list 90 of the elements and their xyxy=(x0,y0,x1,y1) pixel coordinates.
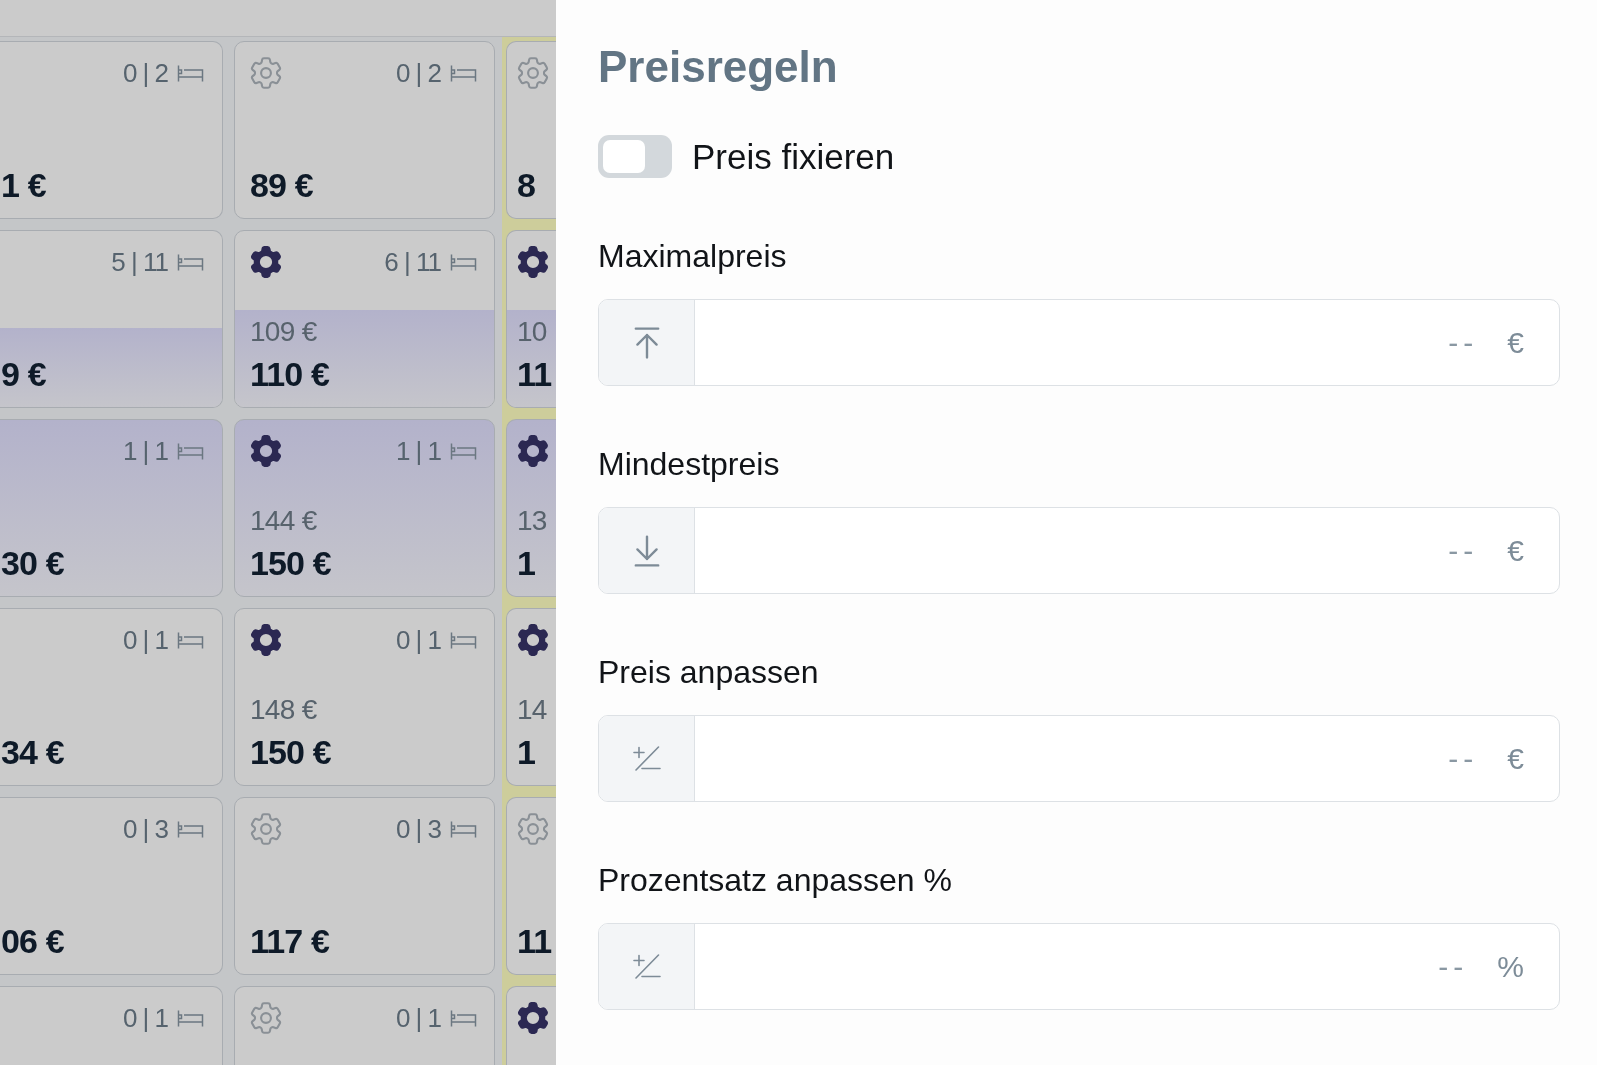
price-card[interactable]: 1 | 1 30 € xyxy=(0,419,223,597)
price: 110 € xyxy=(250,354,329,394)
price-card[interactable] xyxy=(506,986,556,1065)
gear-icon[interactable] xyxy=(517,435,549,467)
suggested-price: 10 xyxy=(517,316,547,348)
field-label: Maximalpreis xyxy=(598,237,787,276)
price: 9 € xyxy=(1,354,46,394)
suggested-price: 109 € xyxy=(250,316,317,348)
gear-icon[interactable] xyxy=(517,1002,549,1034)
price: 8 xyxy=(517,165,536,205)
field-label: Preis anpassen xyxy=(598,653,819,692)
plus-minus-icon xyxy=(632,954,661,979)
field-label: Prozentsatz anpassen % xyxy=(598,861,952,900)
occupancy-count: 0 | 2 xyxy=(122,57,168,89)
toggle-label: Preis fixieren xyxy=(692,136,895,178)
bed-icon xyxy=(450,631,477,649)
price: 06 € xyxy=(1,921,64,961)
occupancy-count: 1 | 1 xyxy=(395,435,441,467)
price: 11 xyxy=(517,354,552,394)
price: 150 € xyxy=(250,543,331,583)
suggested-price: 13 xyxy=(517,505,547,537)
price-card[interactable]: 8 xyxy=(506,41,556,219)
price-card[interactable]: 0 | 2 1 € xyxy=(0,41,223,219)
price-card[interactable]: 5 | 11 9 € xyxy=(0,230,223,408)
occupancy-count: 0 | 3 xyxy=(122,813,168,845)
occupancy-count: 0 | 1 xyxy=(395,624,441,656)
occupancy-count: 5 | 11 xyxy=(111,246,168,278)
price: 30 € xyxy=(1,543,64,583)
price-card[interactable]: 11 xyxy=(506,797,556,975)
bed-icon xyxy=(450,1009,477,1027)
bed-icon xyxy=(177,442,204,460)
panel-title: Preisregeln xyxy=(598,41,838,93)
price-card[interactable]: 0 | 1 xyxy=(0,986,223,1065)
price-card[interactable]: 14 1 xyxy=(506,608,556,786)
field-label: Mindestpreis xyxy=(598,445,780,484)
arrow-down-to-line-icon xyxy=(633,534,660,567)
price: 89 € xyxy=(250,165,313,205)
bed-icon xyxy=(450,253,477,271)
gear-icon[interactable] xyxy=(250,246,282,278)
price-card[interactable]: 0 | 1 148 € 150 € xyxy=(234,608,495,786)
unit-label: % xyxy=(1496,948,1525,985)
occupancy-count: 0 | 1 xyxy=(122,1002,168,1034)
price-card[interactable]: 13 1 xyxy=(506,419,556,597)
price-card[interactable]: 0 | 1 xyxy=(234,986,495,1065)
bed-icon xyxy=(177,820,204,838)
price: 1 xyxy=(517,543,536,583)
bed-icon xyxy=(450,64,477,82)
gear-icon[interactable] xyxy=(250,435,282,467)
bed-icon xyxy=(177,253,204,271)
price-card[interactable]: 6 | 11 109 € 110 € xyxy=(234,230,495,408)
gear-icon[interactable] xyxy=(517,624,549,656)
price-card[interactable]: 0 | 1 34 € xyxy=(0,608,223,786)
occupancy-count: 0 | 1 xyxy=(395,1002,441,1034)
price: 1 xyxy=(517,732,536,772)
plus-minus-icon xyxy=(632,746,661,771)
unit-label: € xyxy=(1506,324,1525,361)
bed-icon xyxy=(450,442,477,460)
price: 11 xyxy=(517,921,552,961)
price-card[interactable]: 10 11 xyxy=(506,230,556,408)
bed-icon xyxy=(450,820,477,838)
price: 1 € xyxy=(1,165,46,205)
gear-icon[interactable] xyxy=(517,246,549,278)
number-input[interactable]: -- % xyxy=(598,923,1560,1010)
occupancy-count: 1 | 1 xyxy=(122,435,168,467)
bed-icon xyxy=(177,1009,204,1027)
unit-label: € xyxy=(1506,532,1525,569)
occupancy-count: 0 | 2 xyxy=(395,57,441,89)
bed-icon xyxy=(177,631,204,649)
toggle-switch[interactable] xyxy=(598,135,672,178)
suggested-price: 144 € xyxy=(250,505,317,537)
input-field[interactable]: -- xyxy=(695,924,1469,1009)
price-card[interactable]: 0 | 3 06 € xyxy=(0,797,223,975)
occupancy-count: 6 | 11 xyxy=(384,246,441,278)
suggested-price: 14 xyxy=(517,694,547,726)
price-card[interactable]: 0 | 3 117 € xyxy=(234,797,495,975)
bed-icon xyxy=(177,64,204,82)
price: 117 € xyxy=(250,921,329,961)
input-field[interactable]: -- xyxy=(695,508,1479,593)
unit-label: € xyxy=(1506,740,1525,777)
input-field[interactable]: -- xyxy=(695,300,1479,385)
suggested-price: 148 € xyxy=(250,694,317,726)
input-field[interactable]: -- xyxy=(695,716,1479,801)
price: 34 € xyxy=(1,732,64,772)
gear-icon[interactable] xyxy=(250,624,282,656)
occupancy-count: 0 | 1 xyxy=(122,624,168,656)
price-card[interactable]: 1 | 1 144 € 150 € xyxy=(234,419,495,597)
price: 150 € xyxy=(250,732,331,772)
occupancy-count: 0 | 3 xyxy=(395,813,441,845)
arrow-up-to-line-icon xyxy=(633,326,660,359)
price-card[interactable]: 0 | 2 89 € xyxy=(234,41,495,219)
